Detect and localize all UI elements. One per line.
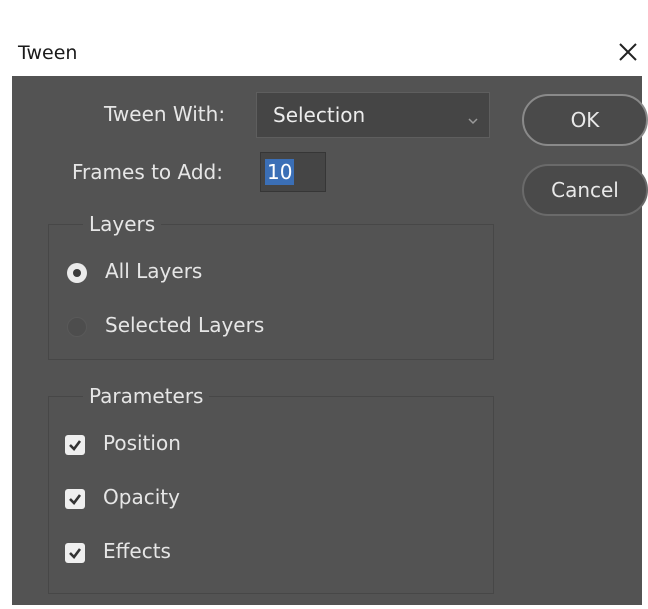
tween-with-label: Tween With: bbox=[104, 102, 226, 126]
chevron-down-icon bbox=[467, 111, 479, 125]
dialog-body: Tween With: Selection Frames to Add: 10 … bbox=[24, 76, 648, 601]
frames-to-add-label: Frames to Add: bbox=[72, 160, 223, 184]
frames-to-add-field[interactable]: 10 bbox=[260, 152, 326, 192]
effects-checkbox[interactable] bbox=[65, 543, 85, 563]
all-layers-radio[interactable] bbox=[67, 263, 87, 283]
position-label: Position bbox=[103, 431, 181, 455]
effects-label: Effects bbox=[103, 539, 171, 563]
checkmark-icon bbox=[69, 494, 82, 505]
parameters-group: Parameters Position Opacity Effects bbox=[48, 384, 494, 594]
layers-group: Layers All Layers Selected Layers bbox=[48, 212, 494, 360]
all-layers-label: All Layers bbox=[105, 259, 203, 283]
checkmark-icon bbox=[69, 548, 82, 559]
opacity-checkbox[interactable] bbox=[65, 489, 85, 509]
dialog-title: Tween bbox=[18, 42, 78, 64]
selected-layers-radio[interactable] bbox=[67, 317, 87, 337]
tween-dialog: Tween Tween With: Selection Frames to Ad… bbox=[0, 0, 648, 609]
title-bar: Tween bbox=[0, 0, 648, 76]
parameters-legend: Parameters bbox=[83, 384, 210, 408]
layers-legend: Layers bbox=[83, 212, 162, 236]
tween-with-select[interactable]: Selection bbox=[256, 92, 490, 138]
cancel-button[interactable]: Cancel bbox=[522, 164, 648, 216]
tween-with-value: Selection bbox=[273, 103, 366, 127]
selected-layers-label: Selected Layers bbox=[105, 313, 265, 337]
close-icon[interactable] bbox=[612, 36, 644, 68]
opacity-label: Opacity bbox=[103, 485, 180, 509]
ok-button[interactable]: OK bbox=[522, 94, 648, 146]
frames-to-add-value: 10 bbox=[265, 159, 295, 185]
position-checkbox[interactable] bbox=[65, 435, 85, 455]
checkmark-icon bbox=[69, 440, 82, 451]
